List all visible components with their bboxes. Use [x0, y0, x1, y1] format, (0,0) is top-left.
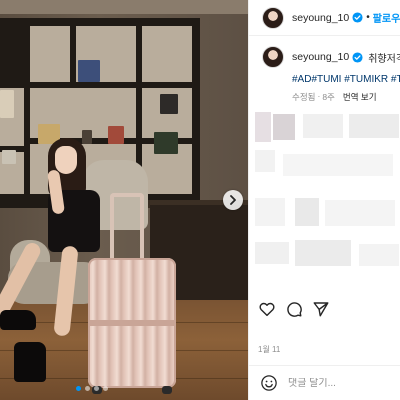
- shelf-niche: [142, 26, 192, 82]
- caption-username[interactable]: seyoung_10: [292, 51, 349, 63]
- figurine: [82, 130, 92, 144]
- suitcase-band: [88, 320, 176, 326]
- comment-icon[interactable]: [285, 300, 303, 318]
- blur-block: [325, 200, 395, 226]
- carousel-dots: [76, 386, 108, 391]
- blur-block: [303, 114, 343, 138]
- send-icon[interactable]: [312, 300, 330, 318]
- post-date: 1월 11: [258, 345, 281, 354]
- caption-text: 취향저격: [368, 53, 400, 65]
- translate-button[interactable]: 번역 보기: [343, 91, 377, 103]
- caption-meta: 수정됨 · 8주 번역 보기: [292, 91, 377, 103]
- blur-block: [273, 114, 295, 140]
- book: [108, 126, 124, 144]
- caption: seyoung_10 취향저격: [262, 46, 400, 68]
- post-actions: [258, 298, 400, 320]
- caption-hashtags[interactable]: #AD#TUMI #TUMIKR #TU: [292, 74, 400, 85]
- carousel-next-button[interactable]: [223, 190, 243, 210]
- blur-block: [295, 240, 351, 266]
- comment-input[interactable]: [288, 377, 398, 389]
- blur-block: [255, 150, 275, 172]
- blur-block: [255, 198, 285, 226]
- verified-badge-icon: [352, 51, 363, 63]
- suitcase-handle: [110, 193, 144, 263]
- heart-icon[interactable]: [258, 300, 276, 318]
- shelf-niche: [30, 26, 70, 82]
- caption-avatar[interactable]: [262, 46, 284, 68]
- platform-shoe: [14, 342, 46, 382]
- book-stack: [154, 132, 178, 154]
- blur-block: [359, 244, 399, 266]
- person-face: [55, 146, 77, 174]
- carousel-dot: [85, 386, 90, 391]
- vase: [2, 150, 16, 164]
- post-age: 8주: [322, 92, 335, 102]
- blur-block: [283, 154, 393, 176]
- frame-object: [160, 94, 178, 114]
- blur-block: [255, 112, 271, 142]
- carousel-dot: [103, 386, 108, 391]
- suitcase-wheel: [162, 386, 172, 394]
- blur-block: [349, 114, 399, 138]
- separator-dot: •: [366, 12, 370, 23]
- post-separator: ·: [317, 91, 321, 101]
- avatar[interactable]: [262, 6, 284, 29]
- blurred-comments: [255, 106, 400, 286]
- verified-badge-icon: [352, 12, 363, 23]
- chevron-right-icon: [230, 195, 236, 205]
- album-cover: [78, 60, 100, 82]
- follow-button[interactable]: 팔로우: [373, 10, 400, 25]
- header-username[interactable]: seyoung_10: [292, 12, 349, 24]
- book: [0, 90, 14, 118]
- carousel-dot: [76, 386, 81, 391]
- photo-ceiling: [0, 0, 248, 14]
- post-photo[interactable]: [0, 0, 248, 400]
- post-header: seyoung_10 • 팔로우: [249, 0, 400, 36]
- comment-box: [248, 365, 400, 400]
- emoji-icon[interactable]: [260, 374, 278, 392]
- carousel-dot: [94, 386, 99, 391]
- platform-shoe: [0, 310, 36, 330]
- blur-block: [295, 198, 319, 226]
- blur-block: [255, 242, 289, 264]
- edited-label: 수정됨: [292, 92, 316, 102]
